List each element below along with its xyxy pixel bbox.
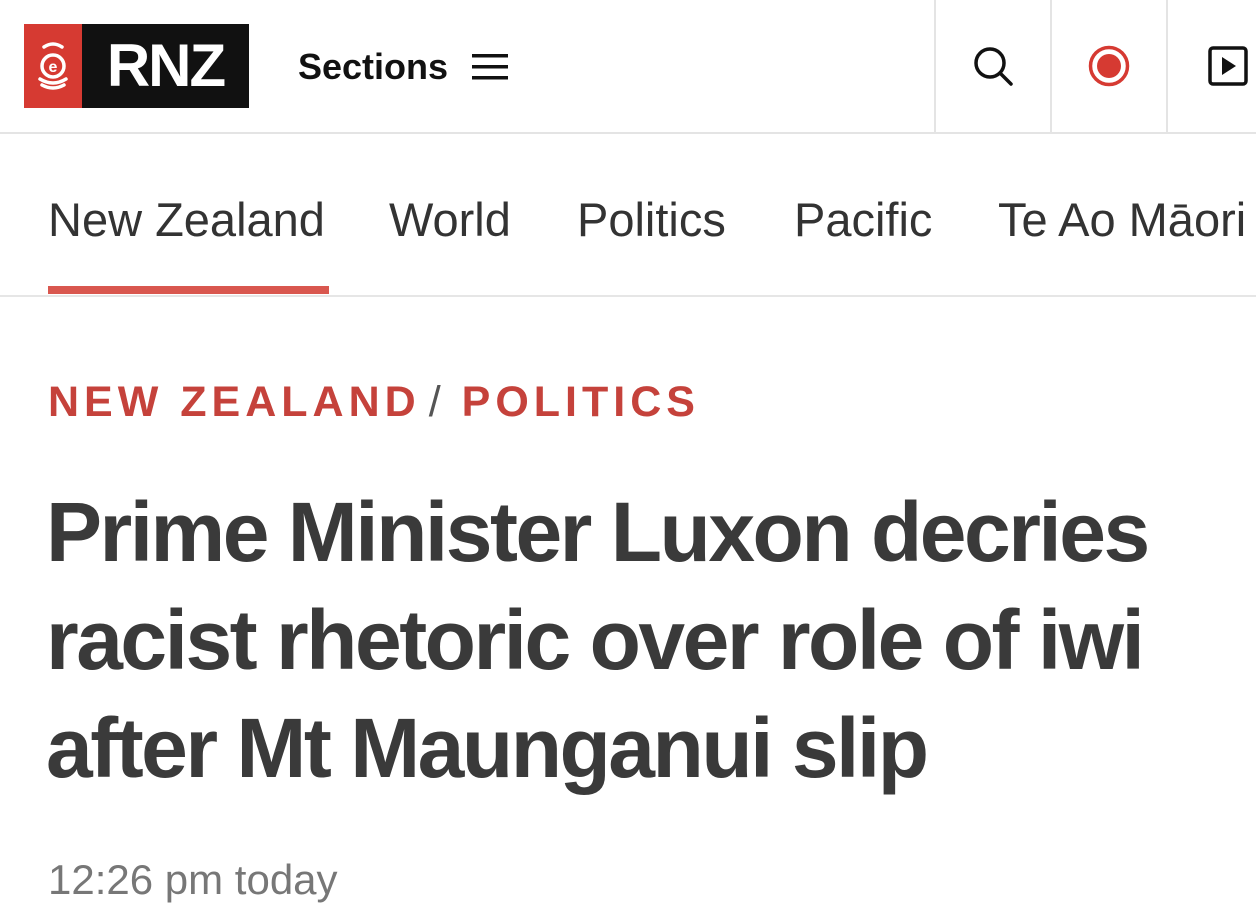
rnz-emblem-icon: e bbox=[38, 42, 68, 90]
site-header: e RNZ Sections bbox=[0, 0, 1256, 134]
media-player-button[interactable] bbox=[1166, 0, 1256, 132]
tab-world[interactable]: World bbox=[389, 192, 511, 247]
rnz-logo-text: RNZ bbox=[82, 24, 249, 108]
section-nav: New Zealand World Politics Pacific Te Ao… bbox=[0, 134, 1256, 297]
search-icon bbox=[974, 47, 1013, 86]
breadcrumb-new-zealand[interactable]: NEW ZEALAND bbox=[48, 378, 421, 426]
article-headline: Prime Minister Luxon decries racist rhet… bbox=[46, 485, 1150, 795]
live-radio-button[interactable] bbox=[1050, 0, 1166, 132]
live-record-icon bbox=[1088, 45, 1130, 87]
rnz-logo-emblem: e bbox=[24, 24, 82, 108]
sections-label: Sections bbox=[298, 46, 449, 87]
breadcrumb-separator: / bbox=[428, 378, 446, 426]
tab-new-zealand[interactable]: New Zealand bbox=[48, 192, 325, 247]
hamburger-icon bbox=[472, 54, 509, 80]
svg-text:e: e bbox=[49, 59, 58, 76]
active-tab-indicator bbox=[48, 286, 329, 294]
tab-te-ao-maori[interactable]: Te Ao Māori bbox=[998, 192, 1246, 247]
rnz-logo[interactable]: e RNZ bbox=[24, 24, 249, 108]
sections-menu-button[interactable]: Sections bbox=[298, 40, 509, 94]
article-timestamp: 12:26 pm today bbox=[48, 856, 338, 903]
breadcrumb-politics[interactable]: POLITICS bbox=[462, 378, 700, 426]
breadcrumb: NEW ZEALAND / POLITICS bbox=[48, 378, 700, 427]
search-button[interactable] bbox=[934, 0, 1050, 132]
tab-politics[interactable]: Politics bbox=[577, 192, 726, 247]
play-icon bbox=[1208, 46, 1248, 86]
tab-pacific[interactable]: Pacific bbox=[794, 192, 932, 247]
